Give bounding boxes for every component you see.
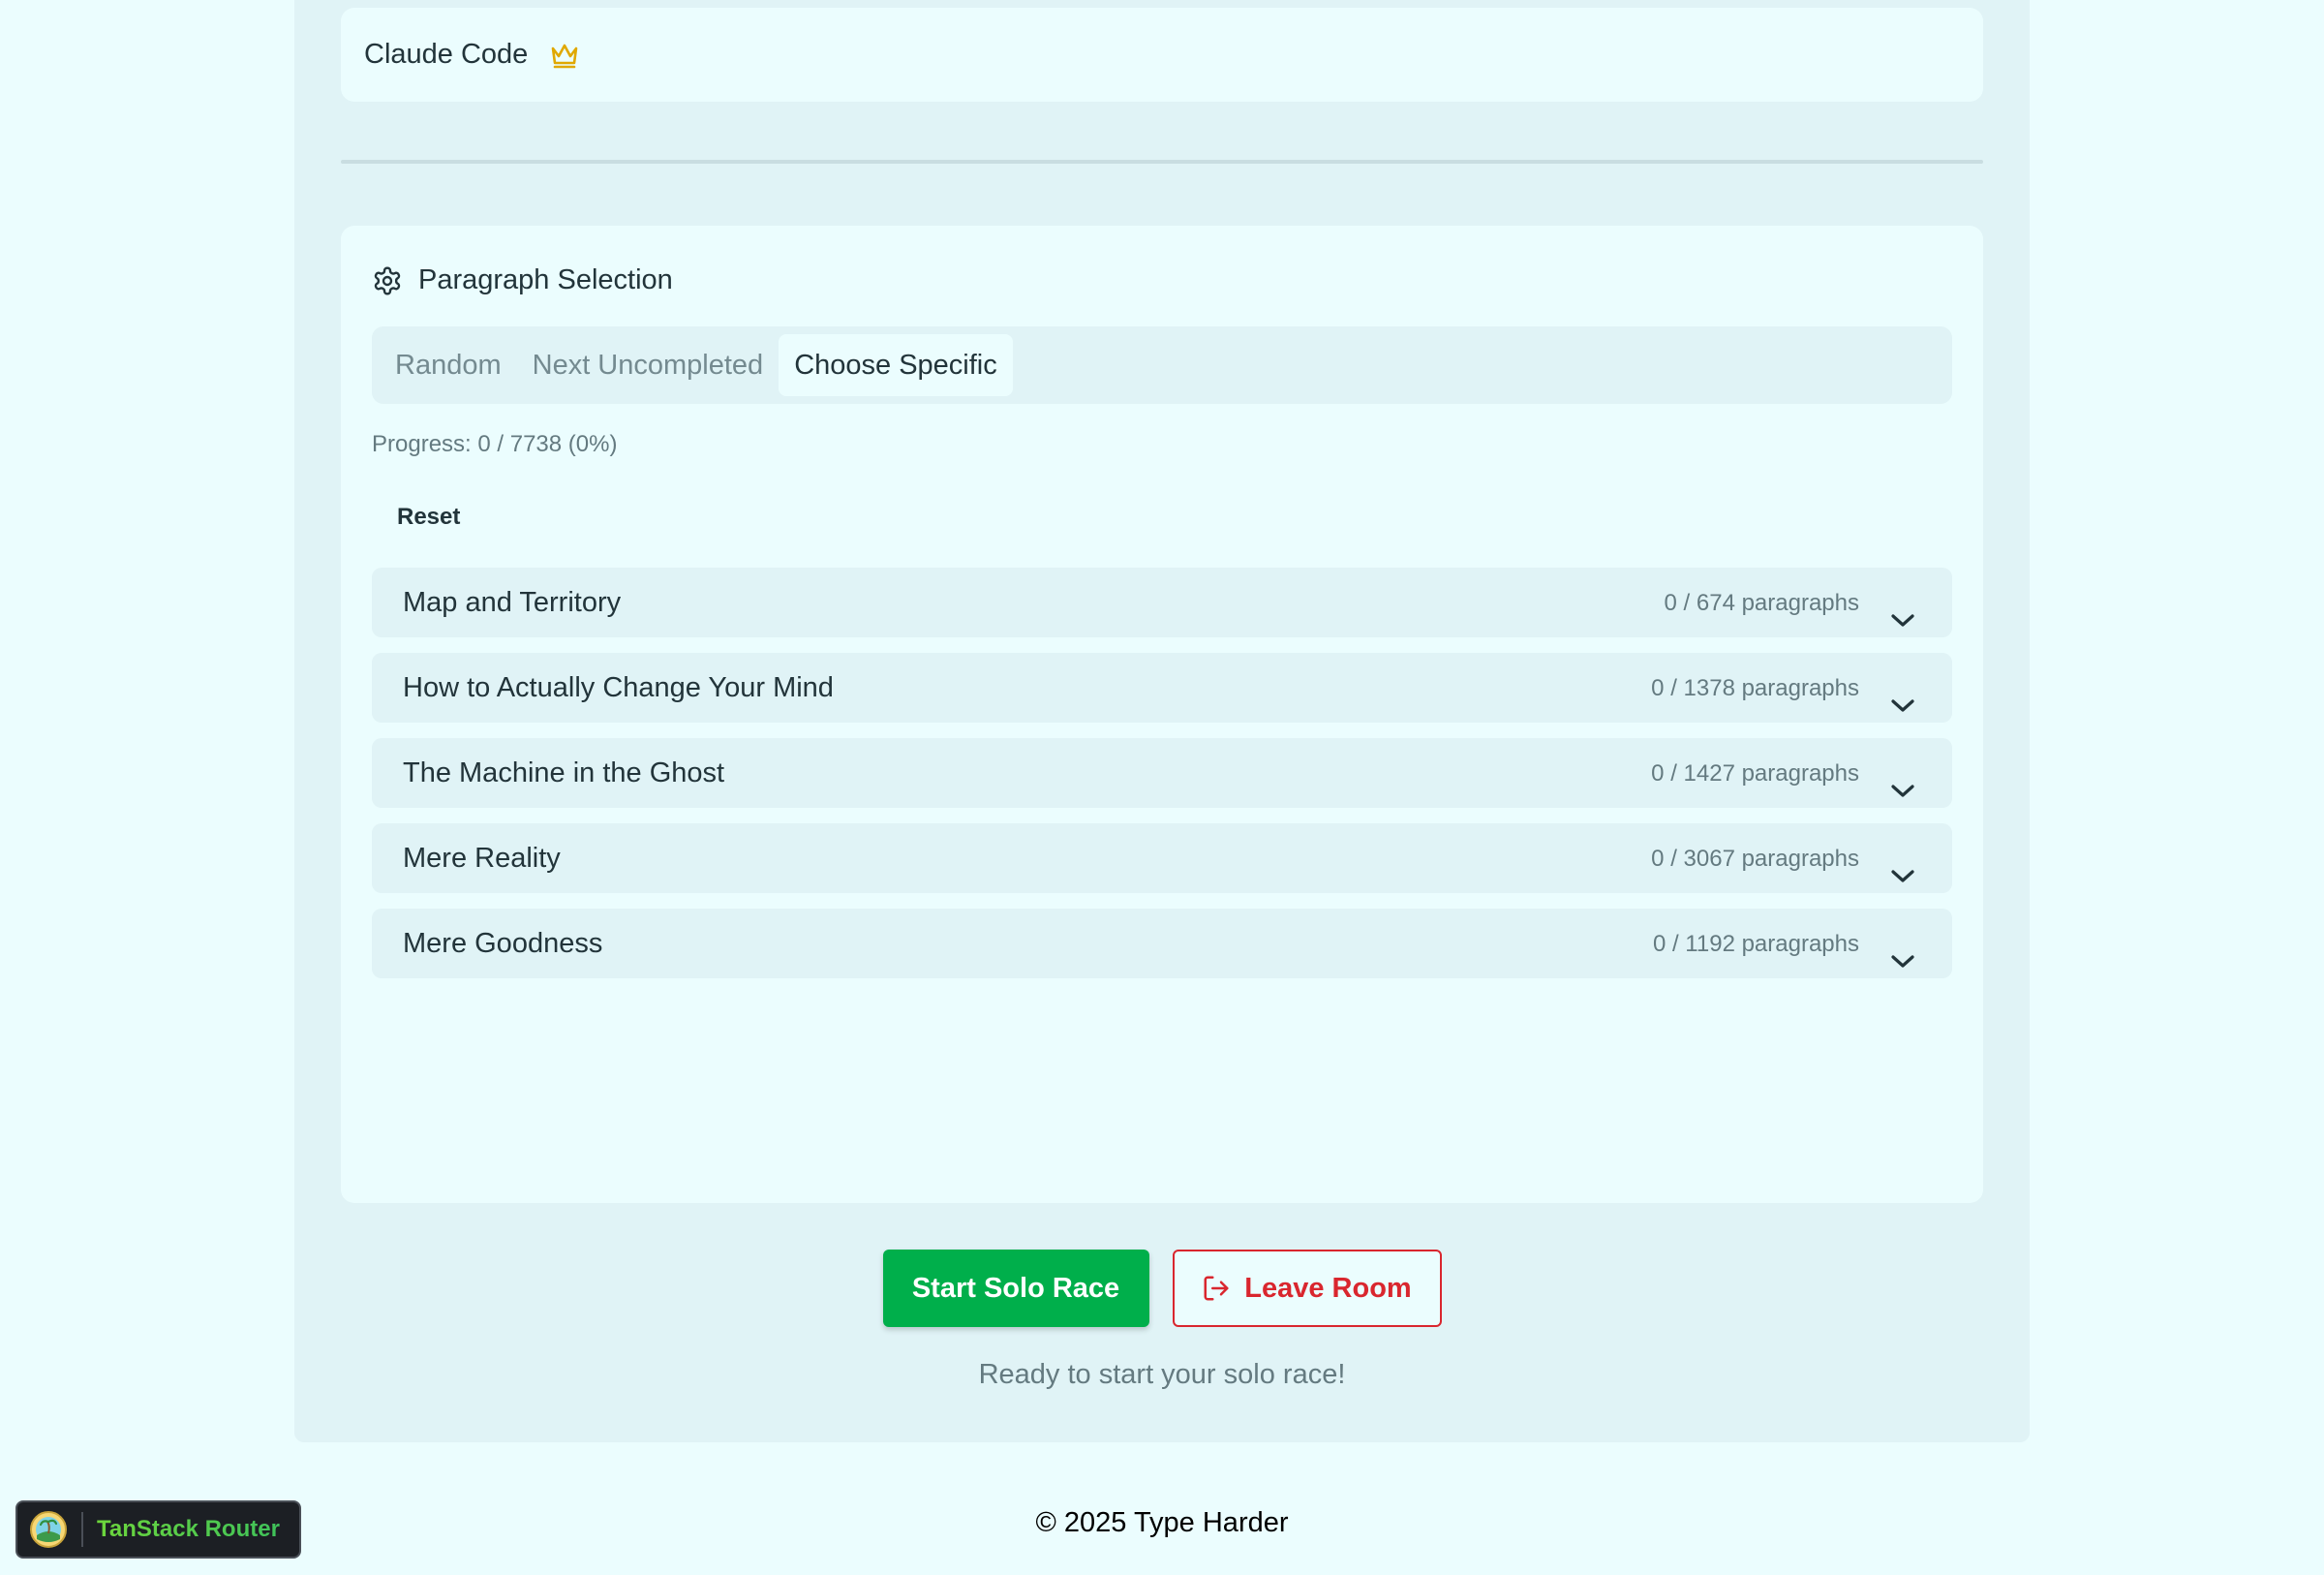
progress-text: Progress: 0 / 7738 (0%) [372,431,618,457]
book-row-how-to-actually-change-your-mind[interactable]: How to Actually Change Your Mind 0 / 137… [372,653,1952,723]
paragraph-selection-header: Paragraph Selection [372,264,673,296]
tab-next-uncompleted[interactable]: Next Uncompleted [517,334,780,396]
book-row-mere-goodness[interactable]: Mere Goodness 0 / 1192 paragraphs [372,909,1952,978]
book-title: Mere Goodness [403,928,603,959]
player-name: Claude Code [364,39,529,70]
chevron-down-icon[interactable] [1888,697,1917,715]
paragraph-selection-card: Paragraph Selection Random Next Uncomple… [341,226,1983,1203]
selection-mode-tabs: Random Next Uncompleted Choose Specific [372,326,1952,404]
book-row-the-machine-in-the-ghost[interactable]: The Machine in the Ghost 0 / 1427 paragr… [372,738,1952,808]
room-actions: Start Solo Race Leave Room [294,1250,2030,1327]
tab-random[interactable]: Random [380,334,517,396]
chevron-down-icon[interactable] [1888,612,1917,630]
tanstack-logo-icon [29,1510,68,1549]
crown-icon [549,40,580,71]
paragraph-selection-title: Paragraph Selection [418,264,673,295]
book-paragraph-count: 0 / 1427 paragraphs [1651,760,1859,787]
leave-room-label: Leave Room [1244,1272,1412,1304]
book-paragraph-count: 0 / 674 paragraphs [1664,590,1859,616]
reset-button[interactable]: Reset [372,495,485,540]
footer-copyright: © 2025 Type Harder [1035,1507,1289,1538]
book-title: The Machine in the Ghost [403,757,725,788]
player-card: Claude Code [341,8,1983,102]
logout-icon [1202,1274,1231,1303]
book-paragraph-count: 0 / 1192 paragraphs [1652,931,1859,957]
book-list: Map and Territory 0 / 674 paragraphs How… [372,568,1952,994]
start-solo-race-button[interactable]: Start Solo Race [882,1250,1149,1327]
chevron-down-icon[interactable] [1888,783,1917,800]
book-title: Map and Territory [403,587,622,618]
book-title: How to Actually Change Your Mind [403,672,834,703]
badge-separator [81,1512,83,1547]
leave-room-button[interactable]: Leave Room [1172,1250,1442,1327]
tab-choose-specific[interactable]: Choose Specific [779,334,1013,396]
book-row-map-and-territory[interactable]: Map and Territory 0 / 674 paragraphs [372,568,1952,637]
book-paragraph-count: 0 / 1378 paragraphs [1651,675,1859,701]
room-panel: Claude Code Paragraph Selection Random N… [294,0,2030,1442]
chevron-down-icon[interactable] [1888,953,1917,971]
status-text: Ready to start your solo race! [978,1359,1346,1390]
book-paragraph-count: 0 / 3067 paragraphs [1651,846,1859,872]
tanstack-router-devtools-button[interactable]: TanStack Router [15,1500,301,1559]
book-row-mere-reality[interactable]: Mere Reality 0 / 3067 paragraphs [372,823,1952,893]
gear-icon [372,265,403,296]
tanstack-router-label: TanStack Router [97,1516,280,1542]
book-title: Mere Reality [403,843,561,874]
chevron-down-icon[interactable] [1888,868,1917,885]
section-divider [341,160,1983,164]
